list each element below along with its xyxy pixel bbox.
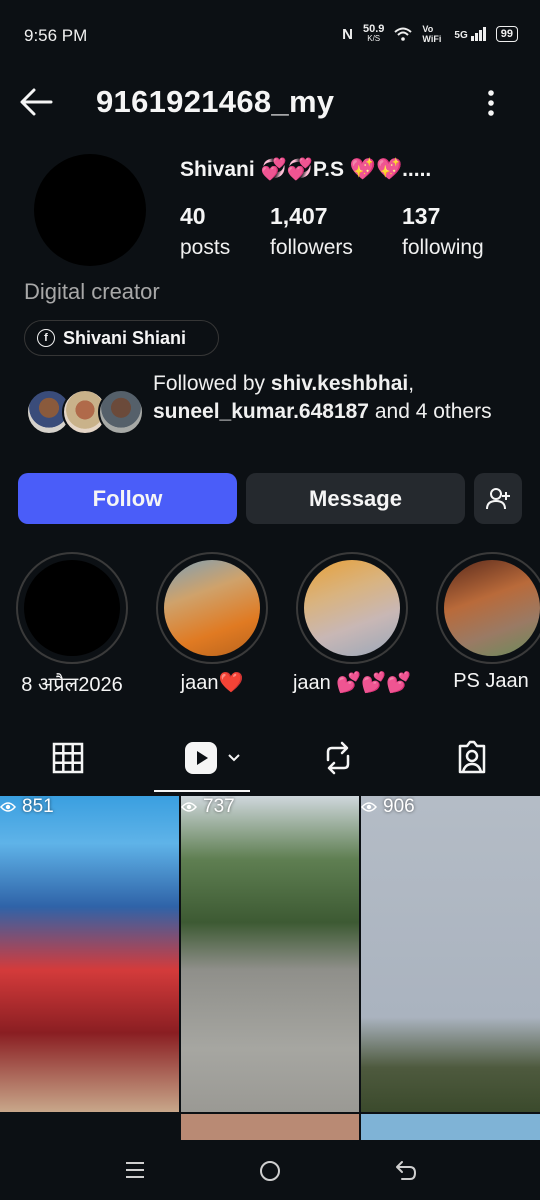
speed-value: 50.9 — [362, 23, 385, 35]
highlight-label: jaan❤️ — [180, 672, 244, 694]
follower-avatar[interactable] — [98, 389, 144, 435]
facebook-icon: f — [37, 329, 55, 347]
posts-label: posts — [180, 236, 231, 259]
battery-icon: 99 — [495, 26, 518, 42]
active-tab-indicator — [154, 790, 250, 792]
posts-count: 40 — [180, 203, 206, 229]
facebook-link-chip[interactable]: f Shivani Shiani — [24, 320, 219, 356]
highlight-cover — [304, 560, 400, 656]
followers-stat[interactable]: 1,407 followers — [270, 203, 353, 260]
more-vert-icon[interactable] — [478, 86, 504, 120]
highlight-item[interactable] — [16, 552, 128, 664]
view-count-value: 737 — [203, 796, 235, 817]
highlight-label: jaan 💕💕💕 — [292, 672, 412, 694]
highlight-item[interactable] — [296, 552, 408, 664]
status-icons: N 50.9 K/S Vo WiFi 5G 99 — [342, 24, 518, 44]
view-count: 906 — [361, 796, 540, 818]
speed-indicator: 50.9 K/S — [363, 24, 384, 44]
add-user-icon — [486, 487, 510, 509]
reel-thumbnail[interactable]: 906 — [361, 796, 540, 1112]
vowifi-label: Vo WiFi — [422, 24, 442, 44]
network-type: 5G — [454, 30, 468, 41]
eye-icon — [181, 802, 197, 812]
add-user-button[interactable] — [474, 473, 522, 524]
signal-indicator: 5G — [454, 27, 486, 41]
message-button[interactable]: Message — [246, 473, 465, 524]
following-count: 137 — [402, 203, 441, 229]
following-label: following — [402, 236, 484, 259]
view-count: 737 — [181, 796, 359, 818]
back-arrow-icon[interactable] — [18, 84, 54, 120]
highlight-item[interactable] — [156, 552, 268, 664]
reel-thumbnail[interactable]: 851 — [0, 796, 179, 1112]
nfc-icon: N — [342, 25, 353, 43]
following-stat[interactable]: 137 following — [402, 203, 484, 260]
reel-thumbnail[interactable] — [181, 1114, 359, 1140]
reels-play-icon — [185, 742, 217, 774]
tab-reels[interactable] — [184, 738, 250, 778]
grid-icon[interactable] — [48, 738, 88, 778]
display-name: Shivani 💞💞P.S 💖💖..... — [180, 158, 432, 181]
speed-unit: K/S — [367, 34, 381, 43]
facebook-link-label: Shivani Shiani — [63, 327, 187, 348]
mutual-user-link[interactable]: shiv.keshbhai — [271, 372, 408, 395]
followed-by-text[interactable]: Followed by shiv.keshbhai, suneel_kumar.… — [153, 370, 493, 426]
followed-by-suffix: and 4 others — [369, 400, 492, 423]
highlight-cover — [164, 560, 260, 656]
mutual-user-link[interactable]: suneel_kumar.648187 — [153, 400, 369, 423]
tagged-icon[interactable] — [452, 738, 492, 778]
profile-avatar[interactable] — [34, 154, 146, 266]
highlight-cover — [444, 560, 540, 656]
eye-icon — [361, 802, 377, 812]
highlight-cover — [24, 560, 120, 656]
reel-thumbnail[interactable]: 737 — [181, 796, 359, 1112]
view-count-value: 851 — [22, 796, 54, 817]
view-count-value: 906 — [383, 796, 415, 817]
repost-icon[interactable] — [318, 738, 358, 778]
recents-icon[interactable] — [124, 1160, 146, 1180]
follow-button[interactable]: Follow — [18, 473, 237, 524]
view-count: 851 — [0, 796, 179, 818]
highlight-label: PS Jaan — [453, 670, 529, 692]
highlight-item[interactable] — [436, 552, 540, 664]
category-label: Digital creator — [24, 279, 160, 304]
status-bar: 9:56 PM N 50.9 K/S Vo WiFi 5G 99 — [0, 0, 540, 70]
followed-by-sep: , — [408, 372, 415, 395]
home-icon[interactable] — [258, 1159, 282, 1183]
followed-by-prefix: Followed by — [153, 372, 271, 395]
wifi-icon — [394, 27, 413, 41]
status-time: 9:56 PM — [24, 26, 88, 45]
back-nav-icon[interactable] — [394, 1159, 418, 1181]
eye-icon — [0, 802, 16, 812]
chevron-down-icon — [228, 754, 240, 762]
followers-label: followers — [270, 236, 353, 259]
system-nav-bar — [0, 1140, 540, 1200]
followers-count: 1,407 — [270, 203, 328, 229]
profile-username: 9161921468_my — [96, 84, 335, 119]
posts-stat[interactable]: 40 posts — [180, 203, 230, 260]
highlight-label: 8 अप्रैल2026 — [21, 674, 123, 696]
reel-thumbnail[interactable] — [361, 1114, 540, 1140]
